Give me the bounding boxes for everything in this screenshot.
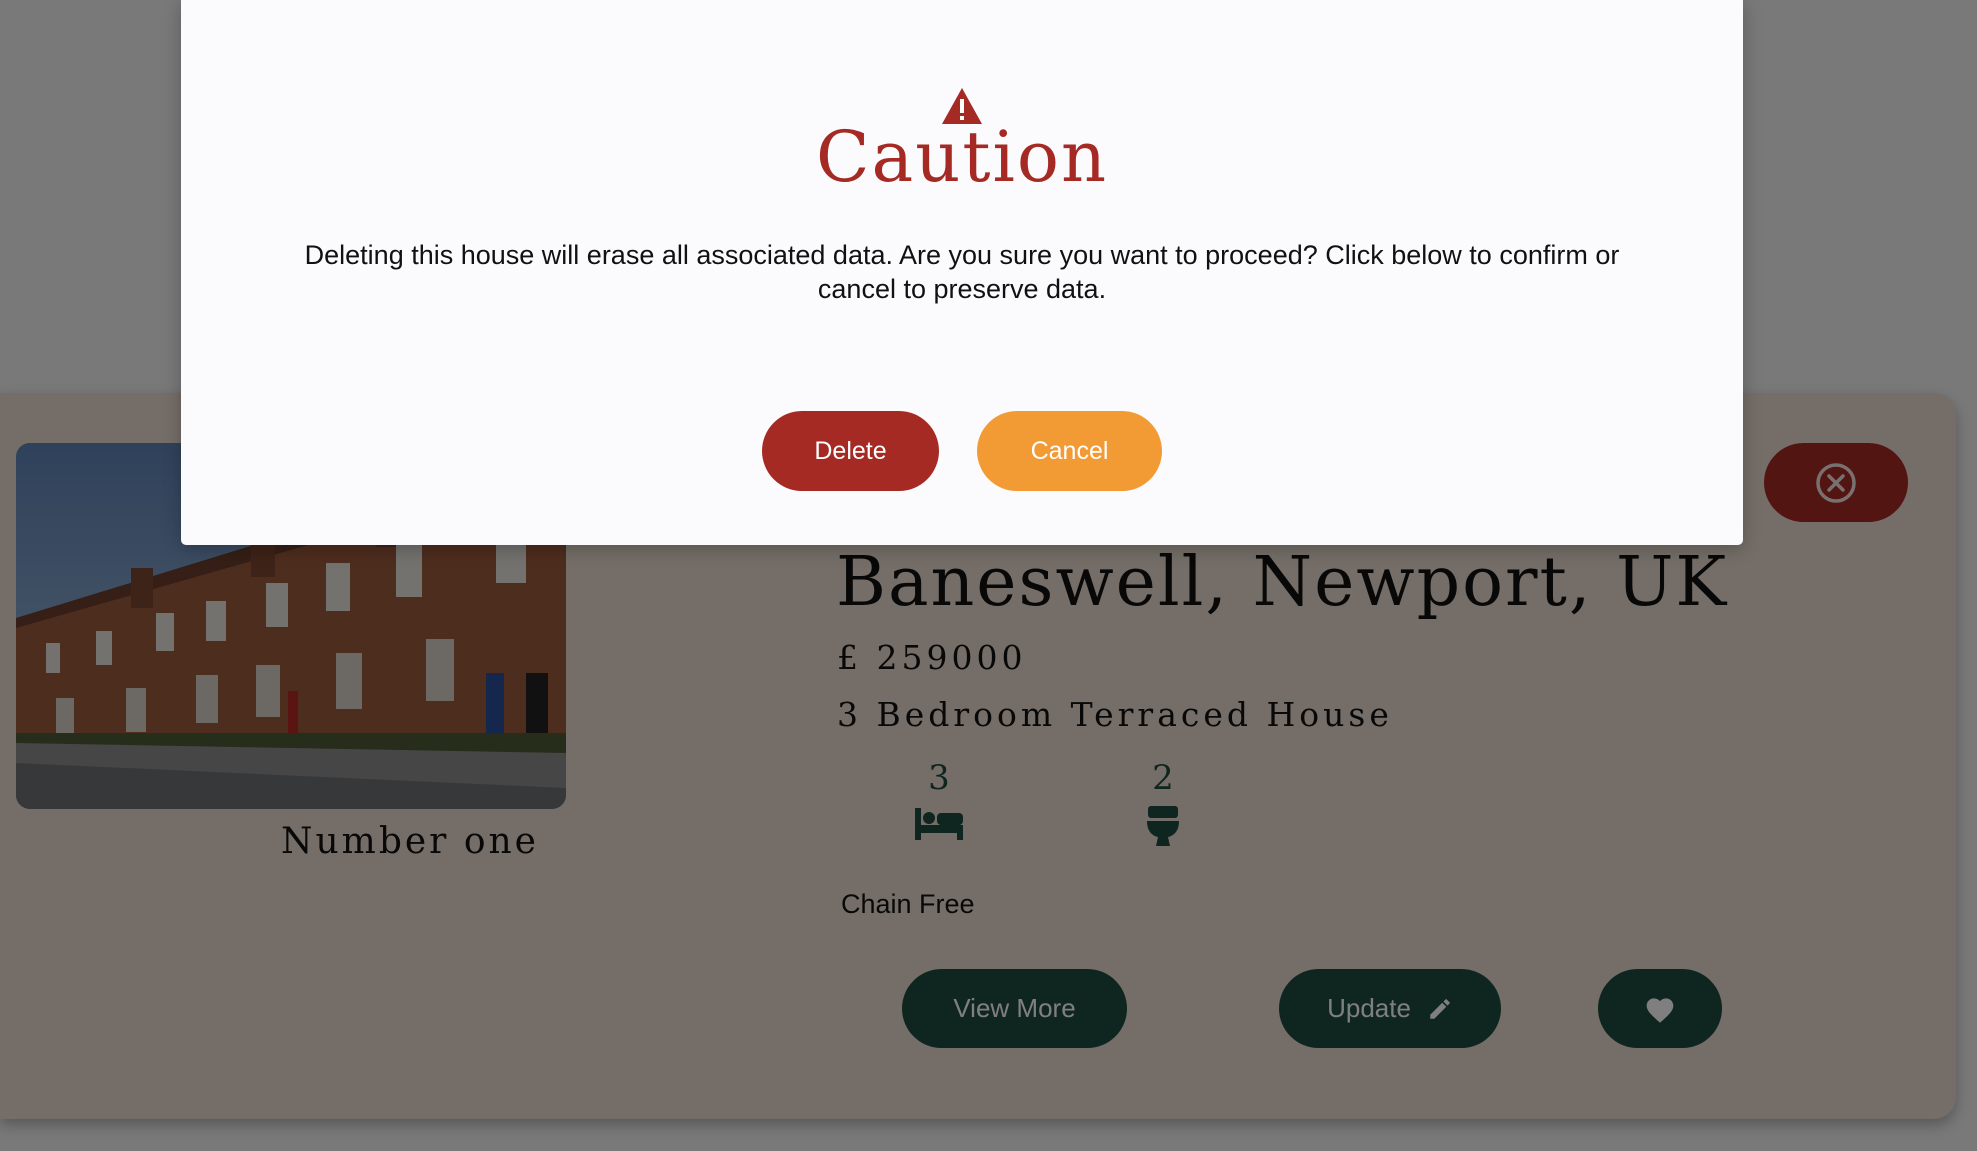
delete-button[interactable]: Delete [762, 411, 939, 491]
modal-title: Caution [815, 116, 1109, 198]
cancel-button[interactable]: Cancel [977, 411, 1162, 491]
delete-confirmation-modal: Caution Deleting this house will erase a… [181, 0, 1743, 545]
modal-message: Deleting this house will erase all assoc… [304, 240, 1620, 304]
